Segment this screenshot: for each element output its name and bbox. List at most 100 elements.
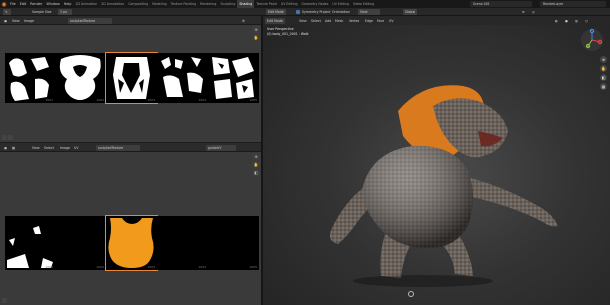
- snap-icon[interactable]: ⊕: [520, 9, 527, 15]
- uv-tile[interactable]: 1004: [157, 53, 208, 103]
- zoom-icon[interactable]: ⊕: [600, 56, 607, 63]
- view-layer-selector[interactable]: RenderLayer: [540, 1, 606, 7]
- brush-tool-icon[interactable]: ✎: [3, 9, 11, 15]
- cursor-3d-icon[interactable]: [408, 291, 414, 297]
- menu-view[interactable]: View: [30, 145, 42, 151]
- menu-image[interactable]: Image: [58, 145, 72, 151]
- pin-icon[interactable]: [2, 298, 7, 303]
- menu-uv[interactable]: UV: [72, 145, 81, 151]
- edit-mode-dropdown[interactable]: Edit Mode: [266, 9, 286, 15]
- tab-rendering[interactable]: Rendering: [198, 0, 218, 8]
- uv-tile-selected[interactable]: 1003: [105, 215, 158, 271]
- mode-dropdown[interactable]: Edit Mode: [265, 17, 285, 24]
- zoom-icon[interactable]: ⊕: [252, 26, 260, 33]
- uv-canvas[interactable]: 1001 1002 1003 1004 1005: [0, 152, 261, 305]
- image-name-field[interactable]: sculptedTexture: [96, 144, 140, 151]
- hand-icon[interactable]: ✋: [252, 34, 260, 41]
- zoom-icon[interactable]: [8, 135, 13, 140]
- perspective-label: User Perspective: [267, 27, 294, 31]
- uv-mask-1: [7, 226, 53, 268]
- tab-2d-annotation[interactable]: 2D Annotation: [99, 0, 126, 8]
- shading-rendered-icon[interactable]: ○: [583, 18, 590, 24]
- menu-image[interactable]: Image: [22, 18, 36, 24]
- editor-type-icon[interactable]: ▣: [2, 145, 9, 151]
- creature-model[interactable]: [303, 76, 583, 291]
- orientation-dropdown[interactable]: View: [358, 9, 380, 15]
- gizmo-y-label: Y: [587, 44, 589, 48]
- tab-sculpting[interactable]: Sculpting: [218, 0, 237, 8]
- navigation-tools: ⊕ ✋: [251, 25, 261, 42]
- object-label: (0) body_001_0001 : Walk: [267, 32, 309, 36]
- tab-shading[interactable]: Shading: [237, 0, 255, 8]
- grid-icon[interactable]: ▦: [600, 83, 607, 90]
- menu-edge[interactable]: Edge: [363, 18, 375, 24]
- tile-number: 1005: [249, 98, 257, 102]
- proportional-icon[interactable]: ◎: [530, 9, 537, 15]
- blender-logo-icon[interactable]: ◉: [0, 0, 8, 8]
- tab-modeling[interactable]: Modeling: [150, 0, 169, 8]
- uv-tile[interactable]: 1002: [55, 216, 106, 270]
- uv-map-field[interactable]: guideUV: [206, 144, 236, 151]
- tab-texture-paint[interactable]: Texture Paint: [254, 0, 279, 8]
- navigation-tools: ⊕ ✋ ◧: [251, 152, 261, 177]
- camera-icon[interactable]: ◧: [600, 74, 607, 81]
- menu-face[interactable]: Face: [375, 18, 386, 24]
- tool-settings-bar: ✎ Sample Size 1 px Edit Mode Symmetry Pr…: [0, 8, 610, 16]
- menu-vertex[interactable]: Vertex: [347, 18, 361, 24]
- 3d-viewport[interactable]: Edit Mode View Select Add Mesh Vertex Ed…: [263, 16, 610, 305]
- orientation-label: Orientation: [332, 10, 350, 14]
- sample-size-label: Sample Size: [32, 10, 52, 14]
- uv-tile[interactable]: 1001: [5, 216, 55, 270]
- view-settings-icon[interactable]: ⚙: [240, 18, 247, 24]
- transform-global-dropdown[interactable]: Global: [403, 9, 418, 15]
- overlay-icon[interactable]: ◐: [553, 18, 560, 24]
- pin-icon[interactable]: [2, 135, 7, 140]
- scene-selector[interactable]: Scene.001: [470, 1, 532, 7]
- gizmo-z-label: Z: [591, 29, 593, 33]
- viewport-header: Edit Mode View Select Add Mesh Vertex Ed…: [263, 16, 610, 25]
- image-canvas-top[interactable]: 1001 1002 1003 1004 1005: [0, 25, 261, 142]
- editor-type-icon[interactable]: ▣: [2, 18, 9, 24]
- menu-view[interactable]: View: [10, 18, 22, 24]
- uv-tile[interactable]: 1005: [208, 216, 259, 270]
- tab-compositing[interactable]: Compositing: [126, 0, 150, 8]
- menu-select[interactable]: Select: [309, 18, 323, 24]
- uv-tile[interactable]: 1004: [157, 216, 208, 270]
- uv-tile-selected[interactable]: 1003: [105, 52, 158, 104]
- hand-icon[interactable]: ✋: [600, 65, 607, 72]
- texture-mask-5: [212, 57, 254, 99]
- camera-icon[interactable]: ◧: [252, 169, 260, 176]
- menu-render[interactable]: Render: [28, 2, 44, 6]
- zoom-icon[interactable]: ⊕: [252, 153, 260, 160]
- uv-tile[interactable]: 1002: [55, 53, 106, 103]
- hand-icon[interactable]: ✋: [252, 161, 260, 168]
- menu-mesh[interactable]: Mesh: [333, 18, 345, 24]
- shading-solid-icon[interactable]: ●: [563, 18, 570, 24]
- navigation-gizmo[interactable]: X Y Z: [580, 28, 604, 52]
- sample-size-field[interactable]: 1 px: [58, 9, 72, 15]
- texture-mask-2: [59, 55, 101, 100]
- tab-video-editing[interactable]: Video Editing: [351, 0, 376, 8]
- menu-select[interactable]: Select: [42, 145, 56, 151]
- tab-texture-painting[interactable]: Texture Painting: [169, 0, 199, 8]
- menu-window[interactable]: Window: [44, 2, 61, 6]
- menu-edit[interactable]: Edit: [18, 2, 29, 6]
- image-name-field[interactable]: sculptedTexture: [68, 17, 112, 24]
- menu-help[interactable]: Help: [62, 2, 74, 6]
- tab-2d-animation[interactable]: 2D Animation: [73, 0, 99, 8]
- tab-geometry-nodes[interactable]: Geometry Nodes: [300, 0, 331, 8]
- menu-uv[interactable]: UV: [387, 18, 396, 24]
- tab-uv-editing[interactable]: UV Editing: [279, 0, 300, 8]
- uv-tile[interactable]: 1001: [5, 53, 55, 103]
- menu-file[interactable]: File: [8, 2, 18, 6]
- shading-material-icon[interactable]: ◍: [573, 18, 580, 24]
- texture-mask-1: [9, 57, 49, 101]
- select-mode-icon[interactable]: ▦: [10, 145, 17, 151]
- tab-uv-editing-2[interactable]: UV Editing: [330, 0, 351, 8]
- uv-selection-mask: [108, 218, 154, 268]
- tile-number: 1001: [45, 265, 53, 269]
- menu-add[interactable]: Add: [323, 18, 333, 24]
- menu-view[interactable]: View: [297, 18, 309, 24]
- uv-tile[interactable]: 1005: [208, 53, 259, 103]
- tile-number: 1003: [147, 98, 155, 102]
